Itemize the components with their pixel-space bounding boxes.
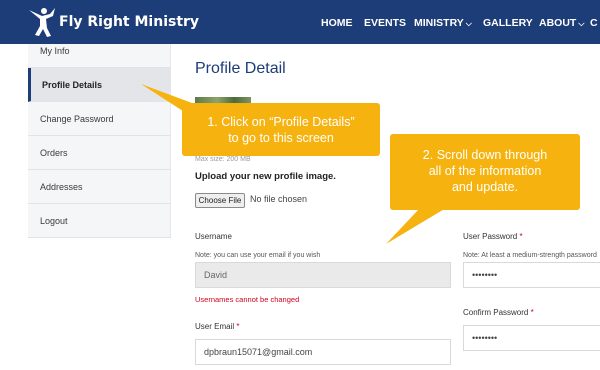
callout-step-2-line-1: 2. Scroll down through — [422, 148, 548, 162]
sidebar-item-orders[interactable]: Orders — [28, 136, 171, 170]
callout-step-2-line-3: and update. — [451, 180, 519, 194]
nav-home-label: HOME — [321, 17, 353, 29]
user-email-label-text: User Email — [195, 322, 235, 331]
username-label: Username — [195, 232, 232, 241]
username-error: Usernames cannot be changed — [195, 295, 300, 304]
nav-gallery[interactable]: GALLERY — [483, 17, 533, 29]
chevron-down-icon: ⌵ — [465, 19, 472, 28]
choose-file-button[interactable]: Choose File — [195, 193, 245, 208]
nav-ministry-label: MINISTRY — [414, 17, 464, 29]
user-email-label: User Email * — [195, 322, 239, 331]
chevron-down-icon: ⌵ — [578, 19, 585, 28]
nav-home[interactable]: HOME — [321, 17, 353, 29]
callout-step-1-line-1: 1. Click on “Profile Details” — [207, 115, 355, 129]
sidebar-item-label: Change Password — [40, 113, 114, 124]
required-asterisk: * — [236, 322, 240, 331]
sidebar-item-my-info[interactable]: My Info — [28, 34, 171, 68]
sidebar-item-logout[interactable]: Logout — [28, 204, 171, 238]
callout-step-1-text: 1. Click on “Profile Details” to go to t… — [182, 114, 380, 146]
no-file-chosen-text: No file chosen — [250, 194, 308, 204]
max-size-note: Max size: 200 MB — [195, 156, 251, 163]
nav-contact[interactable]: C — [590, 17, 598, 29]
username-field[interactable]: David — [195, 262, 451, 288]
sidebar-item-label: Logout — [40, 215, 68, 226]
confirm-password-label: Confirm Password * — [463, 308, 534, 317]
upload-profile-image-label: Upload your new profile image. — [195, 171, 336, 182]
sidebar-item-label: Addresses — [40, 181, 83, 192]
callout-step-2-line-2: all of the information — [428, 164, 542, 178]
user-password-label-text: User Password — [463, 232, 518, 241]
nav-events-label: EVENTS — [364, 17, 407, 29]
nav-gallery-label: GALLERY — [483, 17, 533, 29]
sidebar-item-change-password[interactable]: Change Password — [28, 102, 171, 136]
username-note: Note: you can use your email if you wish — [195, 252, 321, 259]
sidebar-item-label: Profile Details — [42, 79, 103, 90]
user-password-field[interactable]: •••••••• — [463, 262, 600, 288]
callout-step-2-text: 2. Scroll down through all of the inform… — [390, 147, 580, 195]
sidebar-item-profile-details[interactable]: Profile Details — [28, 68, 171, 102]
nav-events[interactable]: EVENTS — [364, 17, 406, 29]
callout-step-1-line-2: to go to this screen — [228, 131, 334, 145]
page-title: Profile Detail — [195, 60, 286, 77]
required-asterisk: * — [519, 232, 523, 241]
nav-ministry[interactable]: MINISTRY ⌵ — [414, 17, 472, 29]
site-name[interactable]: Fly Right Ministry — [59, 14, 199, 30]
sidebar-item-label: Orders — [40, 147, 68, 158]
confirm-password-field[interactable]: •••••••• — [463, 325, 600, 351]
sidebar-item-addresses[interactable]: Addresses — [28, 170, 171, 204]
nav-about-label: ABOUT — [539, 17, 577, 29]
sidebar-item-label: My Info — [40, 45, 70, 56]
account-sidebar: My Info Profile Details Change Password … — [28, 44, 171, 238]
user-email-field[interactable]: dpbraun15071@gmail.com — [195, 339, 451, 365]
nav-about[interactable]: ABOUT ⌵ — [539, 17, 584, 29]
user-password-label: User Password * — [463, 232, 523, 241]
required-asterisk: * — [530, 308, 534, 317]
confirm-password-label-text: Confirm Password — [463, 308, 529, 317]
user-password-note: Note: At least a medium-strength passwor… — [463, 252, 597, 259]
nav-contact-label: C — [590, 17, 598, 29]
profile-image-preview — [195, 97, 251, 115]
